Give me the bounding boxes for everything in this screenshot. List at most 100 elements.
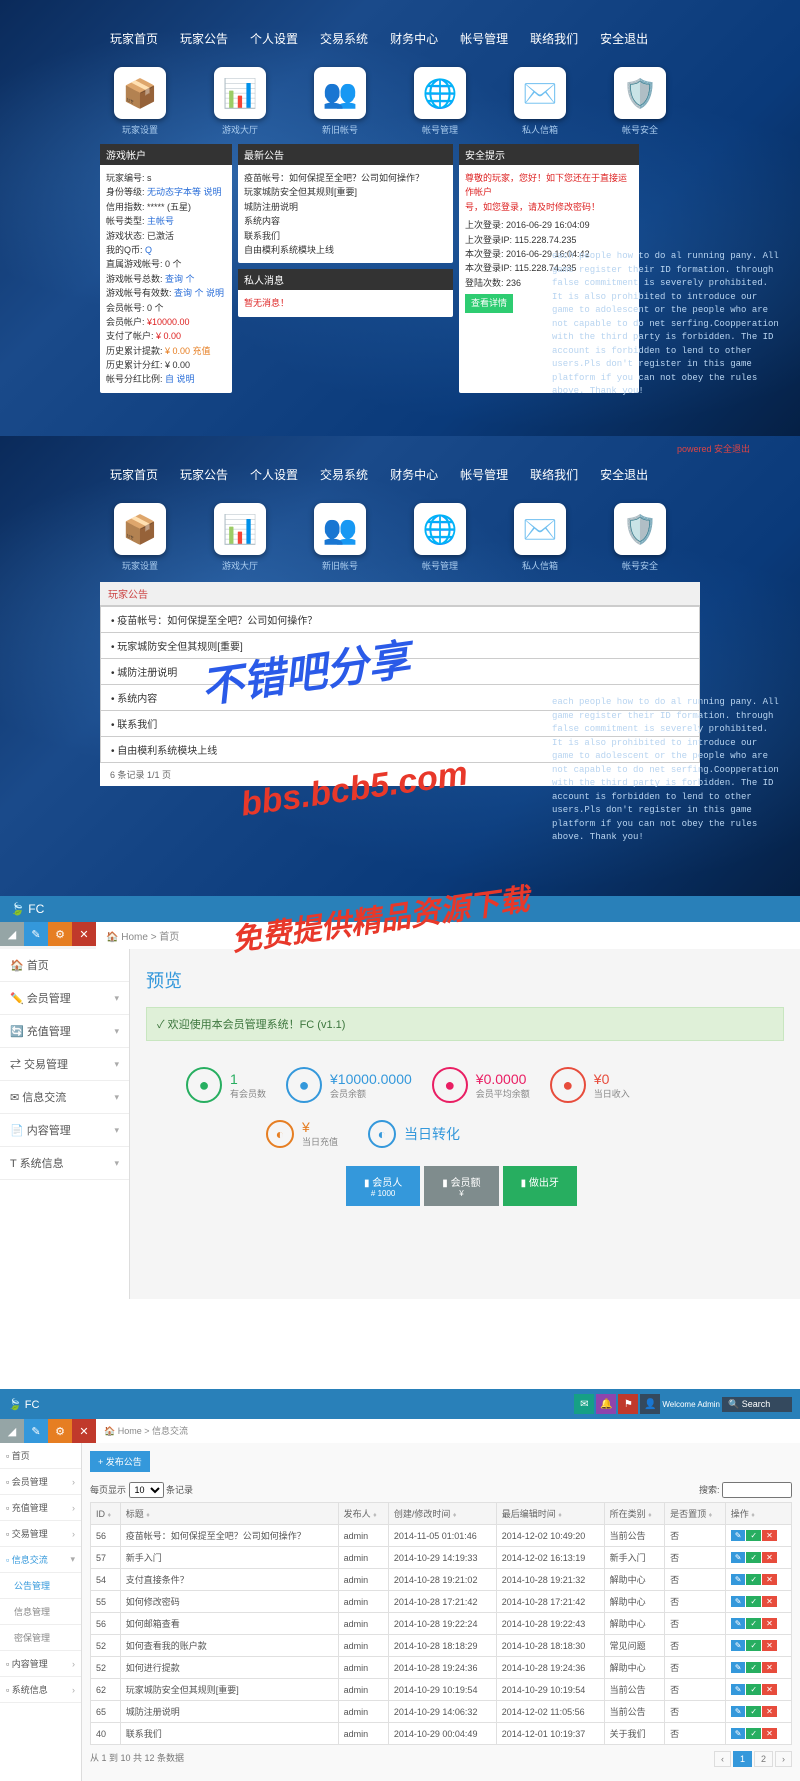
icon-tile[interactable]: 🛡️帐号安全 [610, 67, 670, 136]
page-btn[interactable]: › [775, 1751, 792, 1767]
sidebar-item[interactable]: 📄 内容管理▾ [0, 1114, 129, 1147]
page-btn[interactable]: 1 [733, 1751, 752, 1767]
hd-avatar[interactable]: 👤 [640, 1394, 660, 1414]
view-btn[interactable]: ✓ [746, 1530, 761, 1541]
announce-cell[interactable]: • 城防注册说明 [101, 659, 700, 685]
page-btn[interactable]: 2 [754, 1751, 773, 1767]
nav-item[interactable]: 个人设置 [250, 30, 298, 47]
per-page-select[interactable]: 10 [129, 1482, 164, 1498]
sidebar2-item[interactable]: 密保管理 [0, 1625, 81, 1651]
edit-btn[interactable]: ✎ [731, 1574, 746, 1585]
sidebar-item[interactable]: 🏠 首页 [0, 949, 129, 982]
delete-btn[interactable]: ✕ [762, 1662, 777, 1673]
delete-btn[interactable]: ✕ [762, 1706, 777, 1717]
action-button[interactable]: ▮ 会员人# 1000 [346, 1166, 420, 1206]
delete-btn[interactable]: ✕ [762, 1684, 777, 1695]
announce-row[interactable]: 玩家城防安全但其规则[重要] [244, 185, 447, 199]
announce-row[interactable]: 城防注册说明 [244, 200, 447, 214]
nav-item[interactable]: 玩家公告 [180, 30, 228, 47]
delete-btn[interactable]: ✕ [762, 1530, 777, 1541]
announce-tab[interactable]: 玩家公告 [100, 582, 700, 606]
announce-row[interactable]: 自由模利系统模块上线 [244, 243, 447, 257]
edit-btn[interactable]: ✎ [731, 1530, 746, 1541]
nav-item[interactable]: 交易系统 [320, 30, 368, 47]
nav-item[interactable]: 安全退出 [600, 466, 648, 483]
sidebar2-item[interactable]: ▫ 信息交流▾ [0, 1547, 81, 1573]
nav-item[interactable]: 玩家首页 [110, 30, 158, 47]
sidebar2-item[interactable]: ▫ 充值管理› [0, 1495, 81, 1521]
edit-btn[interactable]: ✎ [731, 1728, 746, 1739]
delete-btn[interactable]: ✕ [762, 1618, 777, 1629]
table-search-input[interactable] [722, 1482, 792, 1498]
icon-tile[interactable]: 👥新旧帐号 [310, 503, 370, 572]
action-button[interactable]: ▮ 会员额¥ [424, 1166, 498, 1206]
nav-item[interactable]: 帐号管理 [460, 30, 508, 47]
sidebar-item[interactable]: ⇄ 交易管理▾ [0, 1048, 129, 1081]
search-input[interactable]: 🔍 Search [722, 1397, 792, 1412]
edit-btn[interactable]: ✎ [731, 1552, 746, 1563]
nav-item[interactable]: 交易系统 [320, 466, 368, 483]
add-announce-button[interactable]: + 发布公告 [90, 1451, 150, 1472]
view-btn[interactable]: ✓ [746, 1662, 761, 1673]
edit-btn[interactable]: ✎ [731, 1596, 746, 1607]
icon-tile[interactable]: 🛡️帐号安全 [610, 503, 670, 572]
icon-tile[interactable]: 📦玩家设置 [110, 503, 170, 572]
sidebar-item[interactable]: ✉ 信息交流▾ [0, 1081, 129, 1114]
edit-btn[interactable]: ✎ [731, 1618, 746, 1629]
nav-item[interactable]: 玩家首页 [110, 466, 158, 483]
announce-row[interactable]: 系统内容 [244, 214, 447, 228]
icon-tile[interactable]: 🌐帐号管理 [410, 503, 470, 572]
view-btn[interactable]: ✓ [746, 1728, 761, 1739]
view-btn[interactable]: ✓ [746, 1684, 761, 1695]
edit-btn[interactable]: ✎ [731, 1640, 746, 1651]
icon-tile[interactable]: 🌐帐号管理 [410, 67, 470, 136]
hd-badge-2[interactable]: 🔔 [596, 1394, 616, 1414]
icon-tile[interactable]: 👥新旧帐号 [310, 67, 370, 136]
table-header[interactable]: 最后编辑时间 ♦ [496, 1503, 604, 1525]
table-header[interactable]: 是否置顶 ♦ [665, 1503, 726, 1525]
action-button[interactable]: ▮ 做出牙 [503, 1166, 577, 1206]
icon-tile[interactable]: ✉️私人信箱 [510, 503, 570, 572]
nav-item[interactable]: 安全退出 [600, 30, 648, 47]
nav-item[interactable]: 财务中心 [390, 30, 438, 47]
delete-btn[interactable]: ✕ [762, 1552, 777, 1563]
announce-cell[interactable]: • 玩家城防安全但其规则[重要] [101, 633, 700, 659]
announce-cell[interactable]: • 疫苗帐号：如何保提至全吧？公司如何操作？ [101, 607, 700, 633]
sidebar2-item[interactable]: ▫ 系统信息› [0, 1677, 81, 1703]
table-header[interactable]: 发布人 ♦ [338, 1503, 388, 1525]
sidebar2-item[interactable]: ▫ 交易管理› [0, 1521, 81, 1547]
nav-item[interactable]: 玩家公告 [180, 466, 228, 483]
view-btn[interactable]: ✓ [746, 1640, 761, 1651]
icon-tile[interactable]: 📊游戏大厅 [210, 503, 270, 572]
announce-row[interactable]: 疫苗帐号：如何保提至全吧？公司如何操作？ [244, 171, 447, 185]
toolbar-btn-1[interactable]: ◢ [0, 922, 24, 946]
view-detail-button[interactable]: 查看详情 [465, 294, 513, 312]
view-btn[interactable]: ✓ [746, 1574, 761, 1585]
toolbar-btn-2[interactable]: ✎ [24, 922, 48, 946]
icon-tile[interactable]: 📦玩家设置 [110, 67, 170, 136]
view-btn[interactable]: ✓ [746, 1706, 761, 1717]
sidebar-item[interactable]: T 系统信息▾ [0, 1147, 129, 1180]
table-header[interactable]: 标题 ♦ [120, 1503, 338, 1525]
delete-btn[interactable]: ✕ [762, 1596, 777, 1607]
sidebar-item[interactable]: ✏️ 会员管理▾ [0, 982, 129, 1015]
toolbar-btn-3[interactable]: ⚙ [48, 922, 72, 946]
table-header[interactable]: 所在类别 ♦ [604, 1503, 665, 1525]
announce-row[interactable]: 联系我们 [244, 229, 447, 243]
table-header[interactable]: ID ♦ [91, 1503, 121, 1525]
edit-btn[interactable]: ✎ [731, 1684, 746, 1695]
nav-item[interactable]: 联络我们 [530, 30, 578, 47]
sidebar-item[interactable]: 🔄 充值管理▾ [0, 1015, 129, 1048]
delete-btn[interactable]: ✕ [762, 1728, 777, 1739]
icon-tile[interactable]: ✉️私人信箱 [510, 67, 570, 136]
view-btn[interactable]: ✓ [746, 1552, 761, 1563]
table-header[interactable]: 创建/修改时间 ♦ [388, 1503, 496, 1525]
sidebar2-item[interactable]: 信息管理 [0, 1599, 81, 1625]
page-btn[interactable]: ‹ [714, 1751, 731, 1767]
edit-btn[interactable]: ✎ [731, 1662, 746, 1673]
nav-item[interactable]: 帐号管理 [460, 466, 508, 483]
nav-item[interactable]: 联络我们 [530, 466, 578, 483]
view-btn[interactable]: ✓ [746, 1618, 761, 1629]
sidebar2-item[interactable]: 公告管理 [0, 1573, 81, 1599]
hd-badge-3[interactable]: ⚑ [618, 1394, 638, 1414]
